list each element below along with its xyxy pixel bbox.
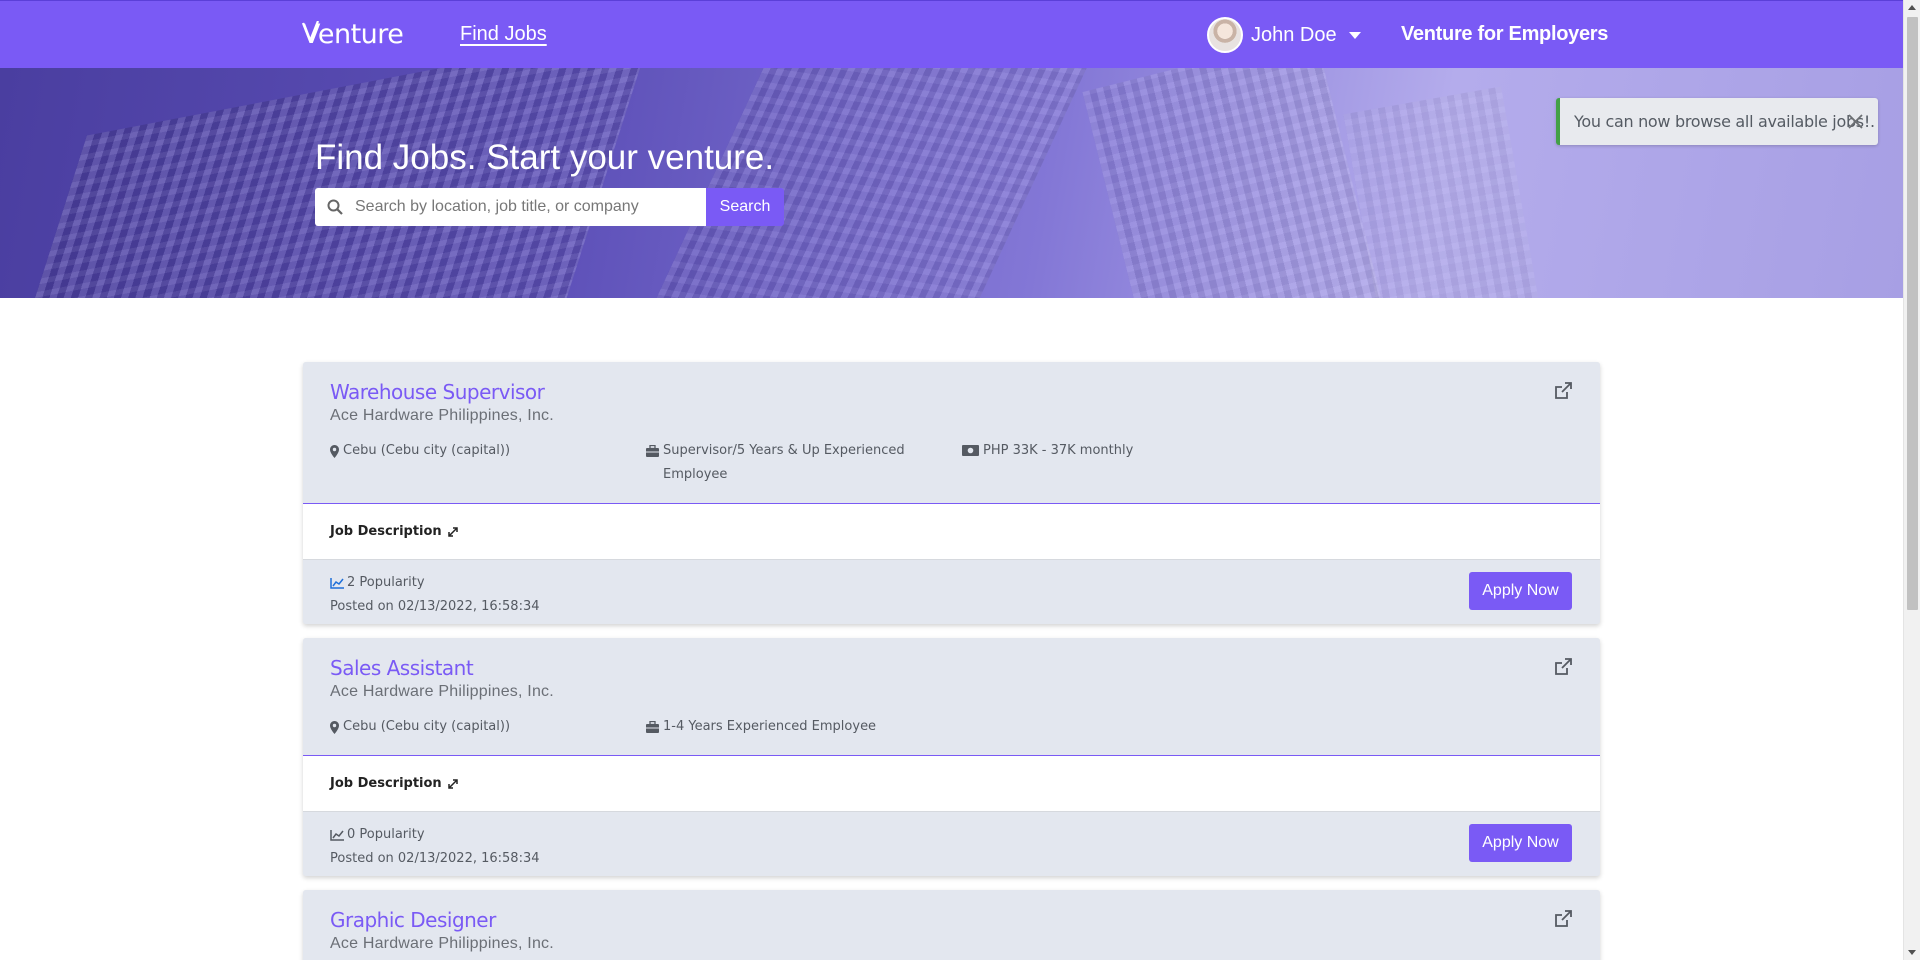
job-description-toggle[interactable]: Job Description — [303, 504, 1600, 560]
user-name: John Doe — [1251, 23, 1337, 46]
job-location: Cebu (Cebu city (capital)) — [330, 715, 646, 739]
job-location: Cebu (Cebu city (capital)) — [330, 439, 646, 487]
page: Venture Find Jobs John Doe Venture for E… — [0, 0, 1920, 960]
popularity: 2 Popularity — [330, 571, 1573, 595]
map-marker-icon — [330, 721, 339, 734]
salary-text: PHP 33K - 37K monthly — [983, 443, 1134, 458]
job-search-bar: Search — [315, 188, 784, 226]
notification-toast: You can now browse all available jobs!. — [1556, 98, 1878, 145]
expand-icon — [447, 526, 458, 537]
job-description-text: Job Description — [330, 524, 442, 539]
location-text: Cebu (Cebu city (capital)) — [343, 443, 511, 458]
posted-date: Posted on 02/13/2022, 16:58:34 — [330, 851, 540, 866]
job-card: Graphic Designer Ace Hardware Philippine… — [303, 890, 1600, 960]
job-title[interactable]: Graphic Designer — [330, 908, 1573, 932]
page-scrollbar[interactable] — [1903, 0, 1920, 960]
experience-text: 1-4 Years Experienced Employee — [663, 719, 877, 734]
job-card-header: Graphic Designer Ace Hardware Philippine… — [303, 890, 1600, 960]
toast-message: You can now browse all available jobs!. — [1574, 112, 1875, 131]
user-menu[interactable]: John Doe — [1207, 17, 1361, 53]
money-icon — [962, 445, 979, 456]
hero-background-building — [625, 68, 1095, 298]
company-name: Ace Hardware Philippines, Inc. — [330, 683, 554, 700]
job-card-header: Sales Assistant Ace Hardware Philippines… — [303, 638, 1600, 756]
job-description-text: Job Description — [330, 776, 442, 791]
company-name: Ace Hardware Philippines, Inc. — [330, 935, 554, 952]
job-description-toggle[interactable]: Job Description — [303, 756, 1600, 812]
venture-logo[interactable]: Venture — [302, 19, 404, 50]
chart-line-icon — [330, 829, 344, 841]
employers-link[interactable]: Venture for Employers — [1401, 23, 1608, 46]
popularity-text: 2 Popularity — [347, 575, 425, 590]
close-icon[interactable] — [1847, 113, 1864, 130]
job-card-footer: 0 Popularity Posted on 02/13/2022, 16:58… — [303, 812, 1600, 876]
nav-find-jobs[interactable]: Find Jobs — [460, 23, 547, 46]
briefcase-icon — [646, 445, 659, 457]
external-link-icon[interactable] — [1554, 658, 1572, 676]
job-meta: Cebu (Cebu city (capital)) Supervisor/5 … — [330, 439, 1573, 487]
external-link-icon[interactable] — [1554, 910, 1572, 928]
job-description-label: Job Description — [330, 524, 459, 539]
top-navbar: Venture Find Jobs John Doe Venture for E… — [0, 0, 1903, 68]
popularity-text: 0 Popularity — [347, 827, 425, 842]
search-input[interactable] — [355, 188, 700, 226]
scroll-up-icon[interactable] — [1908, 5, 1916, 10]
hero-title: Find Jobs. Start your venture. — [315, 138, 775, 177]
search-box — [315, 188, 706, 226]
search-button[interactable]: Search — [706, 188, 784, 226]
job-description-label: Job Description — [330, 776, 459, 791]
hero-background-building — [0, 68, 654, 298]
hero-background-building — [1343, 86, 1557, 298]
scroll-down-icon[interactable] — [1908, 950, 1916, 955]
external-link-icon[interactable] — [1554, 382, 1572, 400]
expand-icon — [447, 778, 458, 789]
job-list: Warehouse Supervisor Ace Hardware Philip… — [303, 362, 1600, 960]
search-icon — [327, 199, 343, 215]
job-card-footer: 2 Popularity Posted on 02/13/2022, 16:58… — [303, 560, 1600, 624]
popularity: 0 Popularity — [330, 823, 1573, 847]
chart-line-icon — [330, 577, 344, 589]
scrollbar-thumb[interactable] — [1907, 17, 1918, 610]
job-experience: 1-4 Years Experienced Employee — [646, 715, 962, 739]
location-text: Cebu (Cebu city (capital)) — [343, 719, 511, 734]
apply-now-button[interactable]: Apply Now — [1469, 572, 1572, 610]
job-card: Warehouse Supervisor Ace Hardware Philip… — [303, 362, 1600, 624]
hero-background-building — [1082, 68, 1398, 298]
avatar — [1207, 17, 1243, 53]
job-salary: PHP 33K - 37K monthly — [962, 439, 1262, 487]
briefcase-icon — [646, 721, 659, 733]
experience-text: Supervisor/5 Years & Up Experienced Empl… — [663, 443, 905, 482]
posted-date: Posted on 02/13/2022, 16:58:34 — [330, 599, 540, 614]
chevron-down-icon — [1348, 31, 1361, 39]
job-title[interactable]: Sales Assistant — [330, 656, 1573, 680]
job-card-header: Warehouse Supervisor Ace Hardware Philip… — [303, 362, 1600, 504]
apply-now-button[interactable]: Apply Now — [1469, 824, 1572, 862]
job-title[interactable]: Warehouse Supervisor — [330, 380, 1573, 404]
job-card: Sales Assistant Ace Hardware Philippines… — [303, 638, 1600, 876]
map-marker-icon — [330, 445, 339, 458]
job-meta: Cebu (Cebu city (capital)) 1-4 Years Exp… — [330, 715, 1573, 739]
job-experience: Supervisor/5 Years & Up Experienced Empl… — [646, 439, 962, 487]
company-name: Ace Hardware Philippines, Inc. — [330, 407, 554, 424]
